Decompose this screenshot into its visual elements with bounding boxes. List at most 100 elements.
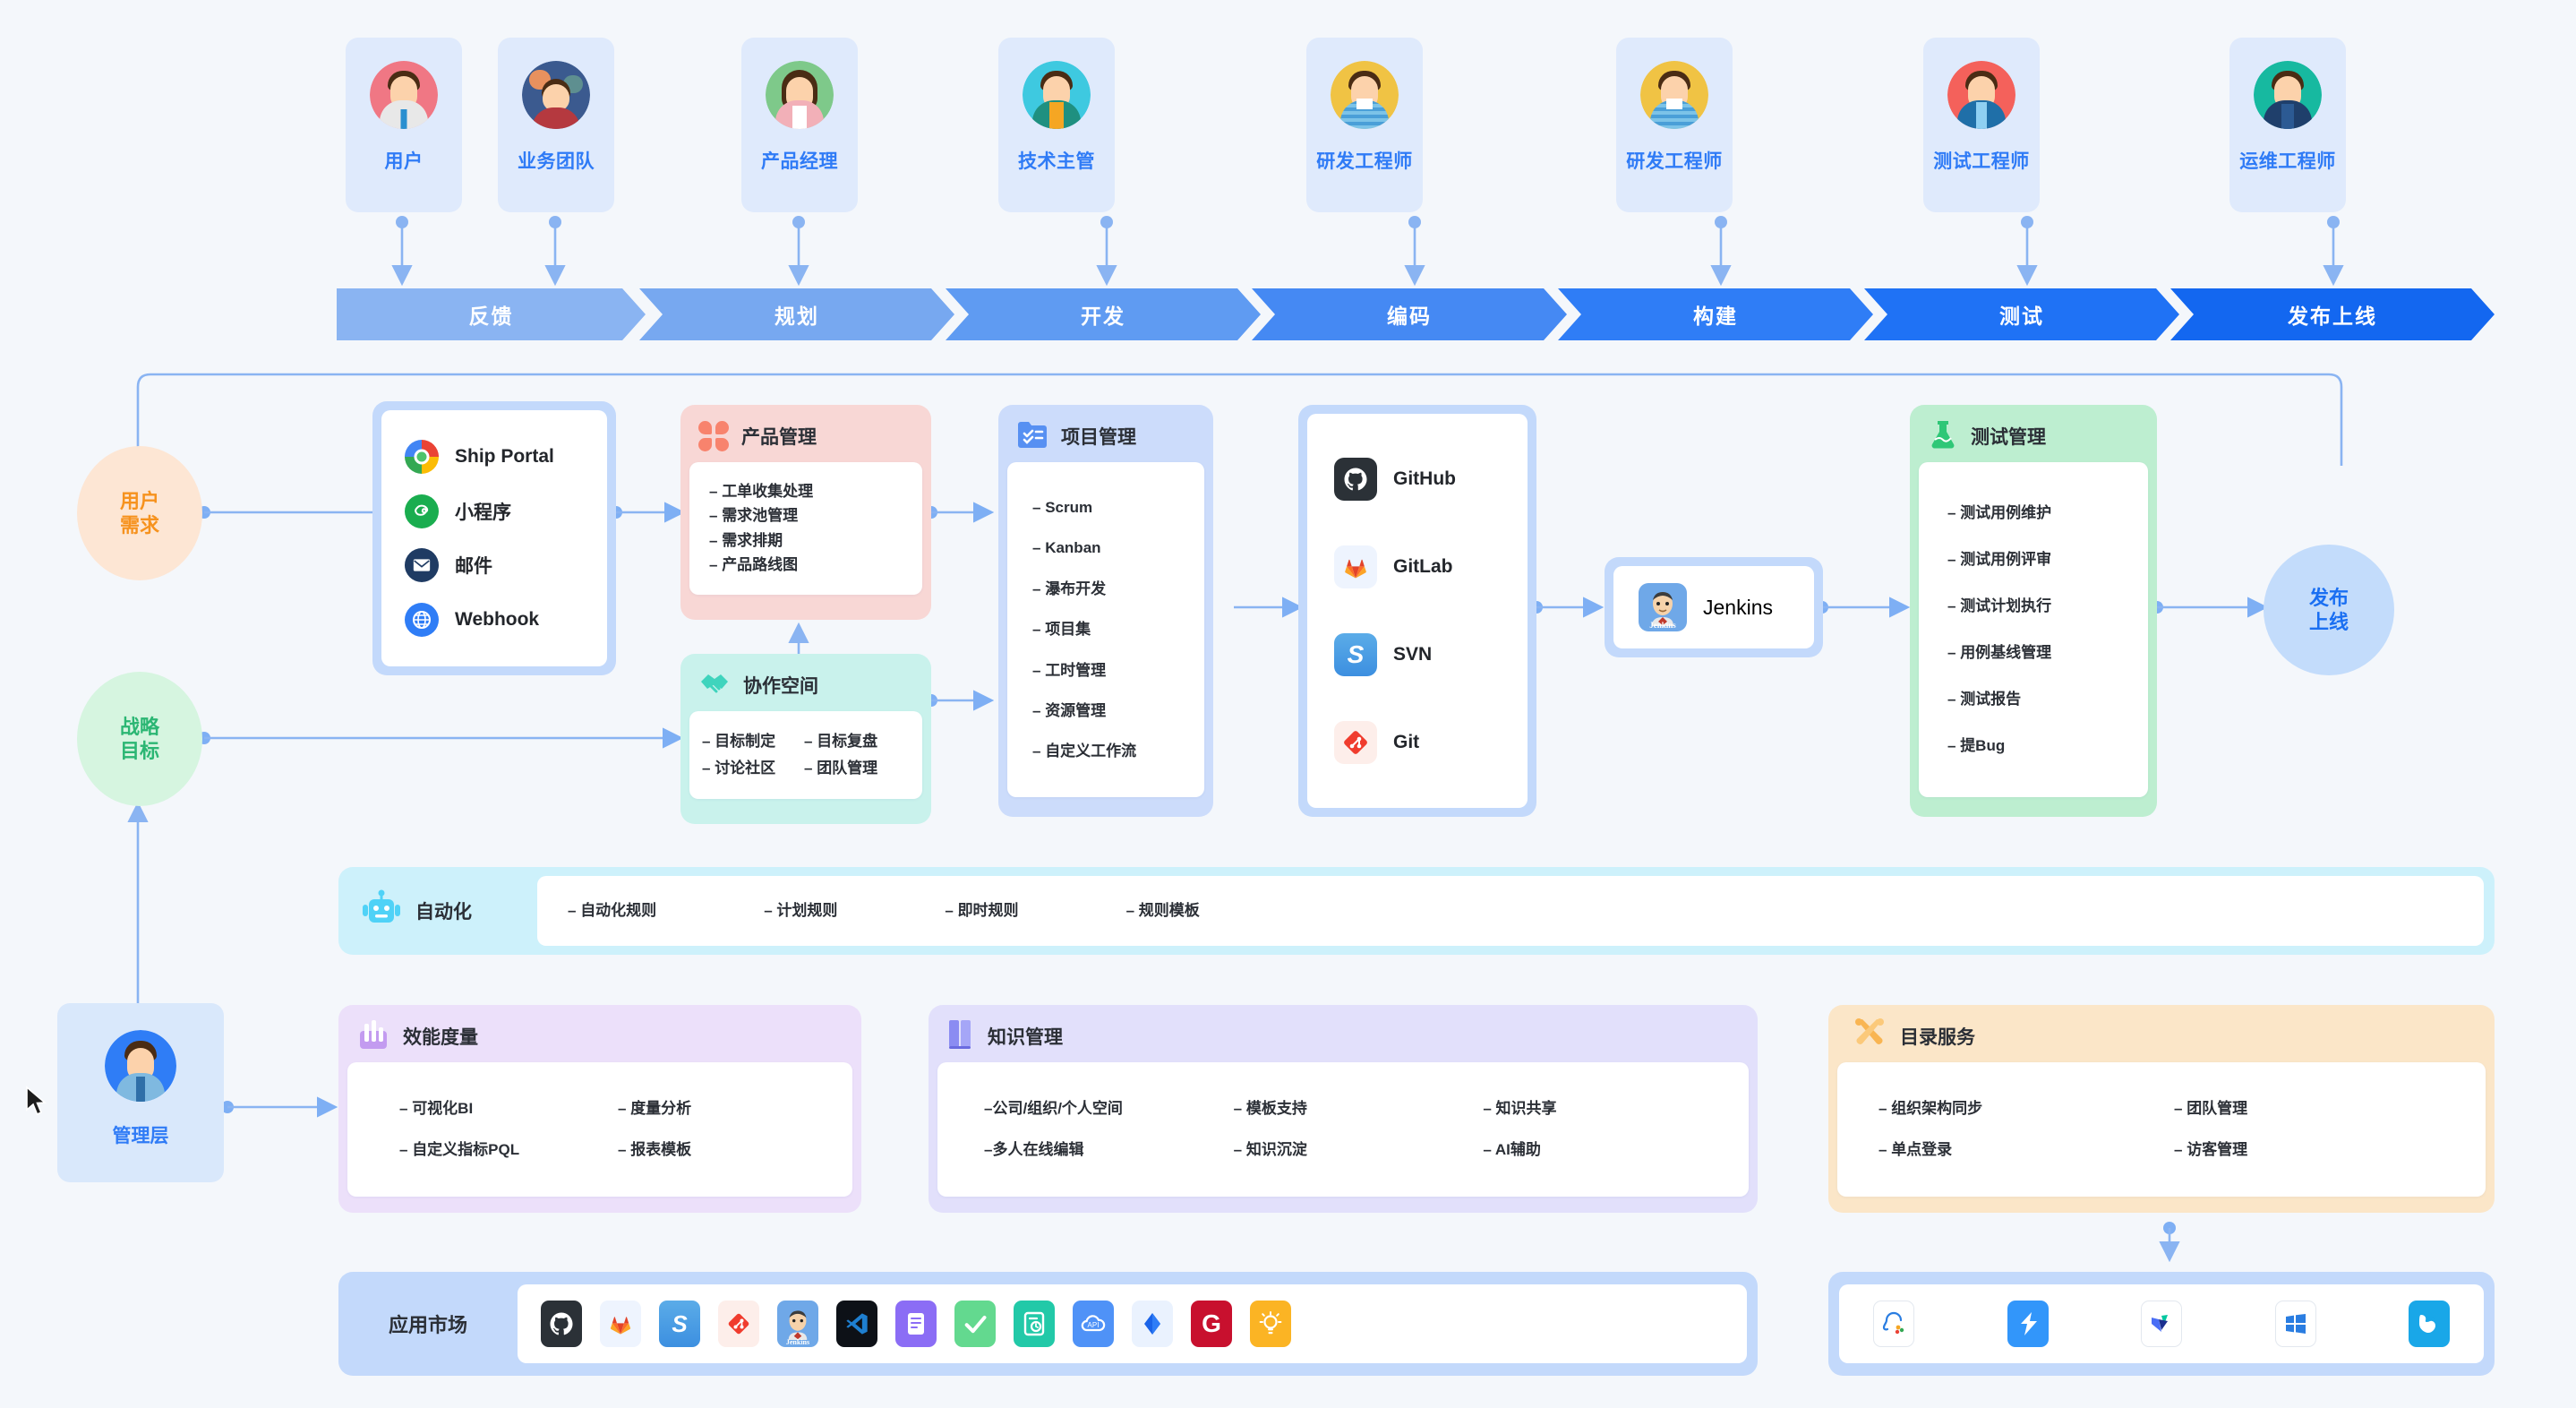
repo-name: GitLab [1393,556,1453,577]
list-item[interactable]: – 瀑布开发 [1032,580,1188,597]
persona-card-1[interactable]: 用户 [346,38,462,212]
channel-item[interactable]: 小程序 [405,494,584,528]
feishu-globe-icon[interactable] [2409,1301,2450,1347]
persona-card-6[interactable]: 研发工程师 [1616,38,1733,212]
persona-card-4[interactable]: 技术主管 [998,38,1115,212]
list-item[interactable]: – 测试用例评审 [1947,552,2132,568]
jenkins-icon[interactable]: Jenkins [777,1301,818,1347]
persona-label: 测试工程师 [1933,151,2030,172]
list-item[interactable]: – 计划规则 [764,903,837,919]
bulb-icon[interactable] [1250,1301,1291,1347]
channel-name: Webhook [455,608,540,630]
list-item[interactable]: – 团队管理 [2174,1100,2469,1117]
list-item[interactable]: – 用例基线管理 [1947,645,2132,661]
persona-card-2[interactable]: 业务团队 [498,38,614,212]
list-item[interactable]: – 知识沉淀 [1234,1142,1484,1158]
gitlab-icon[interactable] [600,1301,641,1347]
list-item[interactable]: – 模板支持 [1234,1100,1484,1117]
bar-app-market[interactable]: 应用市场 S Jenkins API G [338,1272,1758,1376]
module-metrics[interactable]: 效能度量 – 可视化BI – 度量分析 – 自定义指标PQL – 报表模板 [338,1005,861,1213]
module-project-management[interactable]: 项目管理 – Scrum – Kanban – 瀑布开发 – 项目集 – 工时管… [998,405,1213,817]
node-release-online[interactable]: 发布 上线 [2264,545,2394,675]
stage-chevron-feedback[interactable]: 反馈 [337,288,646,340]
list-item[interactable]: –公司/组织/个人空间 [984,1100,1234,1117]
vscode-icon[interactable] [836,1301,877,1347]
list-item[interactable]: – 需求池管理 [709,508,906,524]
list-item[interactable]: – 测试用例维护 [1947,505,2132,521]
stage-chevron-build[interactable]: 构建 [1558,288,1873,340]
list-item[interactable]: – 知识共享 [1483,1100,1733,1117]
list-item[interactable]: – 测试报告 [1947,691,2132,708]
list-item[interactable]: – 规则模板 [1126,903,1200,919]
node-strategy-goal[interactable]: 战略 目标 [77,672,202,806]
list-item[interactable]: – 单点登录 [1879,1142,2174,1158]
persona-card-5[interactable]: 研发工程师 [1306,38,1423,212]
list-item[interactable]: – 度量分析 [618,1100,836,1117]
list-item[interactable]: – 团队管理 [804,760,906,777]
list-item[interactable]: – Kanban [1032,540,1188,556]
module-product-management[interactable]: 产品管理 – 工单收集处理 – 需求池管理 – 需求排期 – 产品路线图 [680,405,931,620]
list-item[interactable]: – 讨论社区 [702,760,804,777]
list-item[interactable]: – 组织架构同步 [1879,1100,2174,1117]
list-item[interactable]: – 自动化规则 [568,903,656,919]
qq-icon[interactable] [1873,1301,1914,1347]
bar-automation[interactable]: 自动化 – 自动化规则 – 计划规则 – 即时规则 – 规则模板 [338,867,2495,955]
stage-chevron-develop[interactable]: 开发 [946,288,1261,340]
list-item[interactable]: – 目标制定 [702,734,804,750]
diamond-icon[interactable] [1132,1301,1173,1347]
github-icon[interactable] [541,1301,582,1347]
module-test-management[interactable]: 测试管理 – 测试用例维护 – 测试用例评审 – 测试计划执行 – 用例基线管理… [1910,405,2157,817]
docs-icon[interactable] [895,1301,937,1347]
channels-card[interactable]: Ship Portal 小程序 邮件 Webhook [372,401,616,675]
list-item[interactable]: – 资源管理 [1032,703,1188,719]
repo-item[interactable]: GitLab [1334,545,1501,588]
repo-item[interactable]: Git [1334,721,1501,764]
channel-item[interactable]: Ship Portal [405,440,584,475]
stage-chevron-test[interactable]: 测试 [1864,288,2179,340]
repositories-card[interactable]: GitHub GitLab S SVN Git [1298,405,1536,817]
list-item[interactable]: –多人在线编辑 [984,1142,1234,1158]
node-user-need[interactable]: 用户 需求 [77,446,202,580]
list-item[interactable]: – 自定义指标PQL [399,1142,618,1158]
g-letter-icon[interactable]: G [1191,1301,1232,1347]
git-icon[interactable] [718,1301,759,1347]
stage-chevron-coding[interactable]: 编码 [1252,288,1567,340]
persona-card-8[interactable]: 运维工程师 [2229,38,2346,212]
svn-icon[interactable]: S [659,1301,700,1347]
check-icon[interactable] [954,1301,996,1347]
stage-chevron-planning[interactable]: 规划 [639,288,954,340]
list-item[interactable]: – 访客管理 [2174,1142,2469,1158]
dingtalk-icon[interactable] [2007,1301,2049,1347]
module-knowledge[interactable]: 知识管理 –公司/组织/个人空间 – 模板支持 – 知识共享 –多人在线编辑 –… [929,1005,1758,1213]
channel-item[interactable]: 邮件 [405,548,584,583]
ci-card[interactable]: Jenkins Jenkins [1605,557,1823,657]
api-cloud-icon[interactable]: API [1073,1301,1114,1347]
module-collaboration-space[interactable]: 协作空间 – 目标制定 – 目标复盘 – 讨论社区 – 团队管理 [680,654,931,824]
repo-item[interactable]: GitHub [1334,458,1501,501]
module-directory-service[interactable]: 目录服务 – 组织架构同步 – 团队管理 – 单点登录 – 访客管理 [1828,1005,2495,1213]
welink-icon[interactable] [2141,1301,2182,1347]
list-item[interactable]: – 工时管理 [1032,662,1188,679]
repo-item[interactable]: S SVN [1334,633,1501,676]
bar-im-integrations[interactable] [1828,1272,2495,1376]
stage-chevron-release[interactable]: 发布上线 [2170,288,2495,340]
list-item[interactable]: – Scrum [1032,499,1188,516]
persona-card-3[interactable]: 产品经理 [741,38,858,212]
list-item[interactable]: – 自定义工作流 [1032,743,1188,760]
windows-icon[interactable] [2274,1301,2316,1347]
list-item[interactable]: – 产品路线图 [709,557,906,573]
node-management-layer[interactable]: 管理层 [57,1003,224,1182]
list-item[interactable]: – 提Bug [1947,738,2132,754]
list-item[interactable]: – AI辅助 [1483,1142,1733,1158]
list-item[interactable]: – 报表模板 [618,1142,836,1158]
list-item[interactable]: – 即时规则 [945,903,1018,919]
list-item[interactable]: – 可视化BI [399,1100,618,1117]
persona-card-7[interactable]: 测试工程师 [1923,38,2040,212]
list-item[interactable]: – 工单收集处理 [709,483,906,500]
list-item[interactable]: – 项目集 [1032,622,1188,638]
channel-item[interactable]: Webhook [405,602,584,637]
list-item[interactable]: – 需求排期 [709,532,906,549]
list-item[interactable]: – 测试计划执行 [1947,598,2132,614]
list-item[interactable]: – 目标复盘 [804,734,906,750]
report-icon[interactable] [1014,1301,1055,1347]
